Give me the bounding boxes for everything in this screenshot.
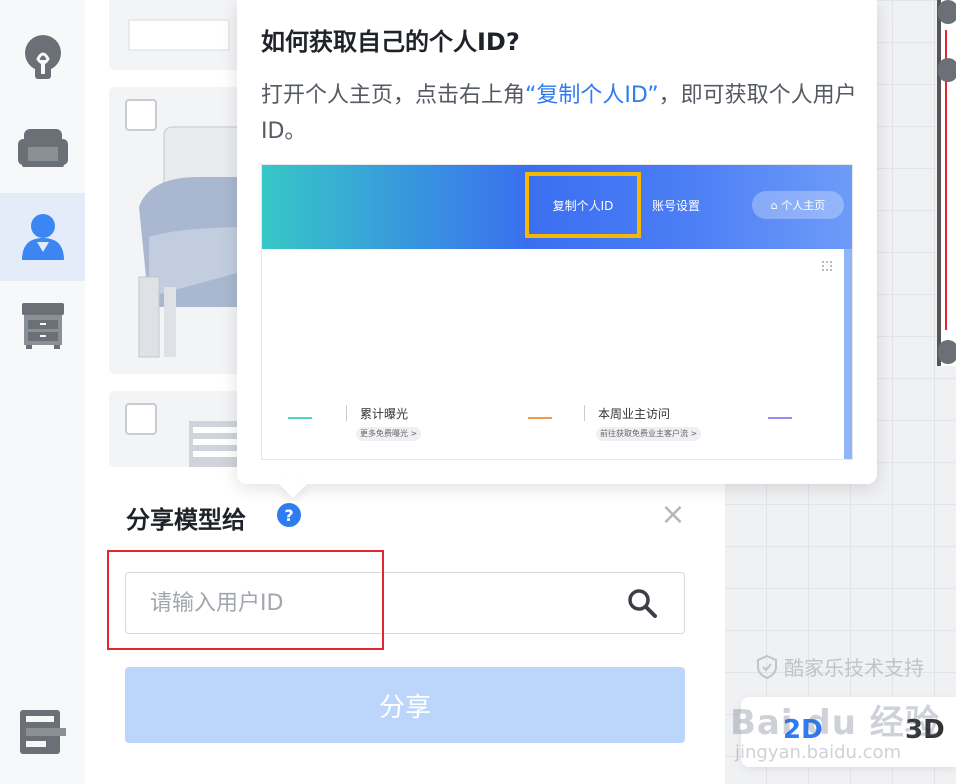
user-icon <box>21 214 64 260</box>
baidu-watermark: Bai du 经验 <box>730 703 940 743</box>
rail-item-furniture[interactable] <box>0 104 85 192</box>
shield-icon <box>757 654 777 679</box>
sofa-icon <box>17 129 68 167</box>
preview-profile-home: ⌂ 个人主页 <box>752 191 844 219</box>
id-help-popover: 如何获取自己的个人ID? 打开个人主页，点击右上角“复制个人ID”，即可获取个人… <box>237 0 877 484</box>
popover-description: 打开个人主页，点击右上角“复制个人ID”，即可获取个人用户ID。 <box>261 83 857 144</box>
rail-item-inspiration[interactable] <box>0 15 85 103</box>
model-card[interactable] <box>109 87 249 374</box>
baidu-watermark-url: jingyan.baidu.com <box>735 742 902 763</box>
bulb-icon <box>24 35 61 79</box>
select-checkbox[interactable] <box>125 403 157 435</box>
profile-preview-image: 复制个人ID 账号设置 ⌂ 个人主页 累计曝光 更多免费曝光 > 本周业主访问 … <box>261 164 853 460</box>
ruler-handle[interactable] <box>938 0 956 24</box>
preview-body <box>262 249 844 459</box>
tech-support-label: 酷家乐技术支持 <box>784 656 924 680</box>
left-rail <box>0 0 85 784</box>
share-title: 分享模型给 <box>126 506 246 534</box>
ruler-handle[interactable] <box>938 340 956 364</box>
model-card[interactable] <box>109 0 249 70</box>
cabinet-icon <box>21 303 64 349</box>
preview-stat-exposure: 累计曝光 <box>360 407 409 421</box>
ruler-handle[interactable] <box>938 58 956 82</box>
preview-chip: 更多免费曝光 > <box>356 427 422 441</box>
layout-icon <box>19 710 66 754</box>
preview-copy-id: 复制个人ID <box>525 172 641 238</box>
share-button[interactable]: 分享 <box>125 667 685 743</box>
tech-support[interactable]: 酷家乐技术支持 <box>756 652 924 681</box>
help-icon[interactable]: ? <box>277 503 301 527</box>
model-thumbnail <box>128 19 230 51</box>
preview-chip: 前往获取免费业主客户流 > <box>596 427 702 441</box>
rail-item-layout[interactable] <box>0 688 85 776</box>
preview-banner: 复制个人ID 账号设置 ⌂ 个人主页 <box>262 165 852 249</box>
popover-title: 如何获取自己的个人ID? <box>261 28 520 56</box>
preview-account-settings: 账号设置 <box>652 199 701 213</box>
copy-id-link: “复制个人ID” <box>525 83 659 108</box>
rail-item-user[interactable] <box>0 193 85 281</box>
close-icon[interactable]: × <box>660 500 686 530</box>
model-card[interactable] <box>109 391 249 467</box>
preview-stat-visits: 本周业主访问 <box>598 407 671 421</box>
wall-ruler <box>937 0 956 366</box>
annotation-highlight <box>107 550 384 650</box>
rail-item-cabinet[interactable] <box>0 282 85 370</box>
search-icon[interactable] <box>626 587 658 619</box>
grid-icon <box>822 261 832 271</box>
select-checkbox[interactable] <box>125 99 157 131</box>
